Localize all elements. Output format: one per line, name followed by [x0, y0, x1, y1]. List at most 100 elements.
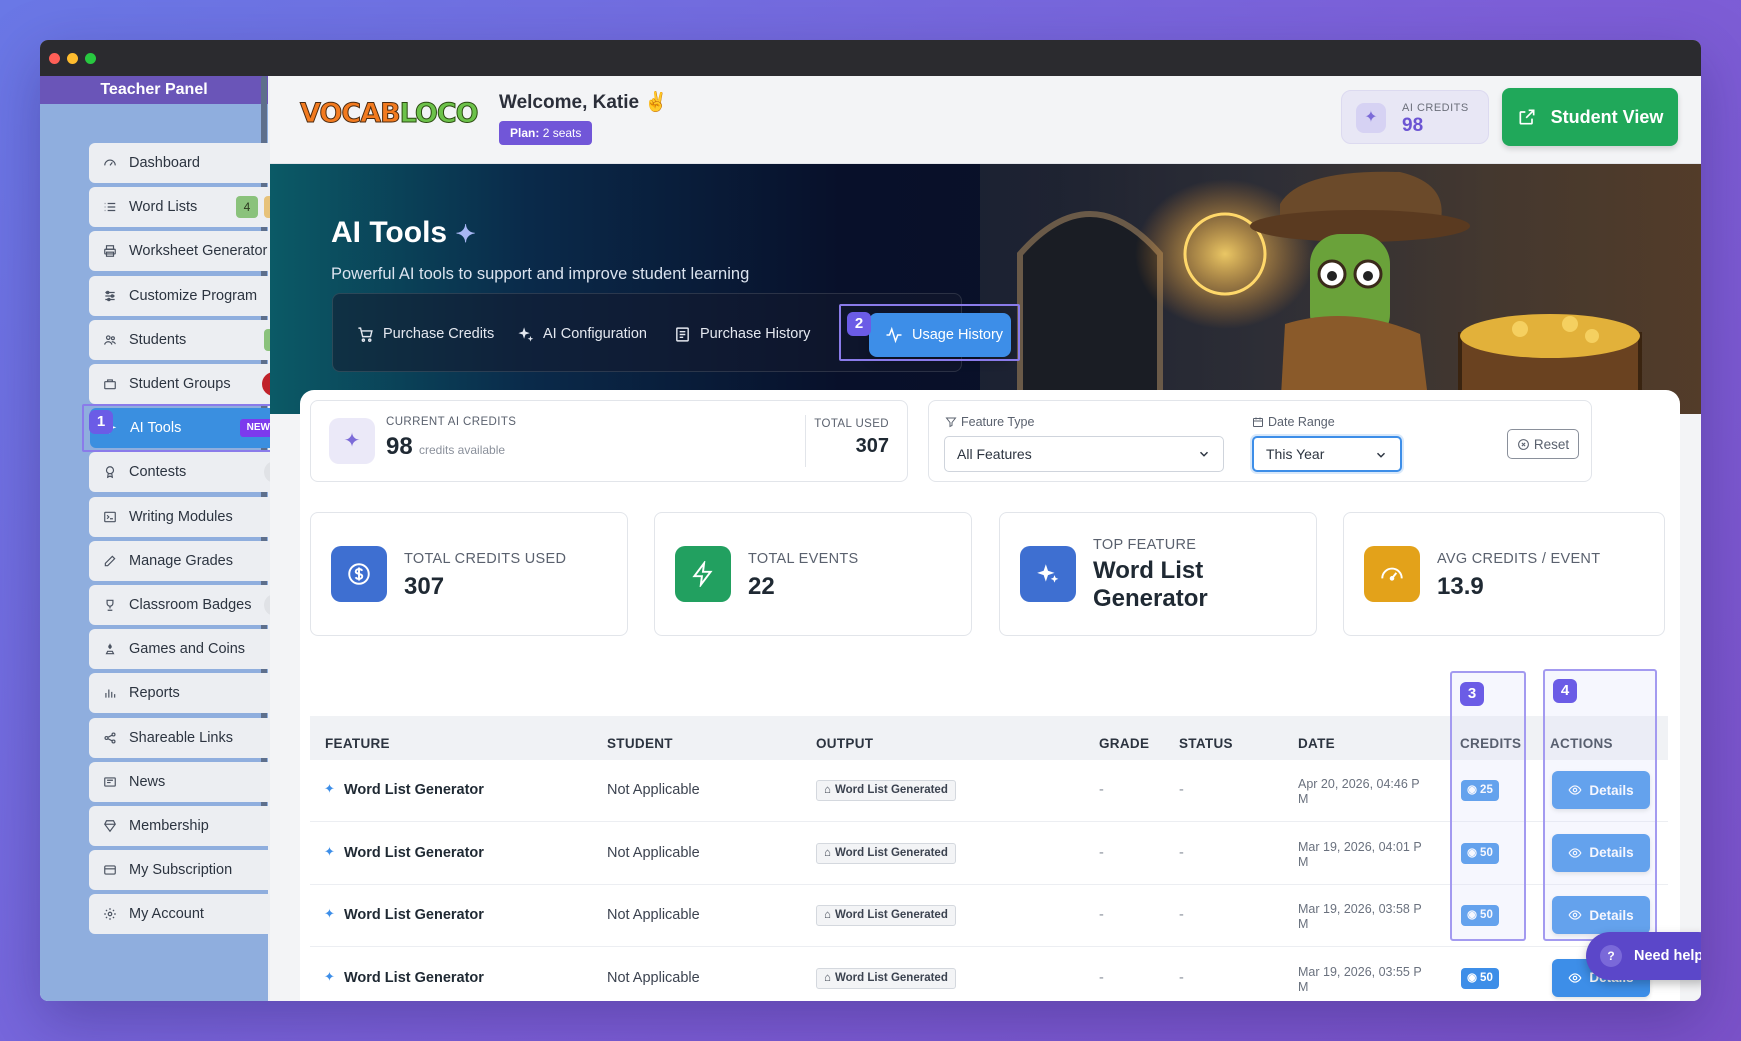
feature-cell: Word List Generator [344, 844, 484, 861]
sidebar-item-label: Students [129, 331, 187, 348]
news-icon [103, 775, 117, 789]
dashboard-icon [103, 156, 117, 170]
sidebar-item-label: Games and Coins [129, 641, 246, 658]
tag-icon: ⌂ [824, 784, 831, 796]
status-cell: - [1179, 782, 1184, 798]
sparkle-icon: ✦ [324, 781, 335, 796]
grade-cell: - [1099, 844, 1104, 861]
question-icon: ? [1600, 945, 1622, 967]
my-subscription-icon [103, 863, 117, 877]
annotation-4: 4 [1553, 679, 1577, 703]
need-help-button[interactable]: ? Need help? [1586, 932, 1701, 980]
sidebar-item-worksheet-generator[interactable]: Worksheet Generator [89, 231, 292, 272]
sidebar-item-label: Writing Modules [129, 508, 233, 525]
feature-cell: Word List Generator [344, 782, 484, 798]
student-cell: Not Applicable [607, 969, 700, 986]
shareable-links-icon [103, 731, 117, 745]
sidebar-item-label: My Account [129, 906, 204, 923]
sidebar-item-label: Manage Grades [129, 552, 233, 569]
reports-icon [103, 686, 117, 700]
sidebar-item-my-account[interactable]: My Account [89, 894, 292, 935]
sidebar-item-contests[interactable]: Contests0 [89, 452, 292, 493]
games-and-coins-icon [103, 642, 117, 656]
feature-cell: Word List Generator [344, 907, 484, 923]
sidebar-item-membership[interactable]: Membership [89, 806, 292, 846]
grade-cell: - [1099, 969, 1104, 986]
sidebar-item-label: Word Lists [129, 199, 198, 216]
manage-grades-icon [103, 554, 117, 568]
sidebar-item-word-lists[interactable]: Word Lists46 [89, 187, 292, 228]
membership-icon [103, 819, 117, 833]
grade-cell: - [1099, 782, 1104, 798]
output-badge: ⌂ Word List Generated [816, 842, 956, 864]
annotation-1: 1 [89, 410, 113, 435]
tag-icon: ⌂ [824, 909, 831, 921]
student-groups-icon [103, 377, 117, 391]
coin-icon: ◉ [1467, 971, 1478, 984]
close-window-button[interactable] [49, 53, 60, 64]
minimize-window-button[interactable] [67, 53, 78, 64]
student-cell: Not Applicable [607, 782, 700, 798]
output-badge: ⌂ Word List Generated [816, 780, 956, 801]
sidebar-item-students[interactable]: Students2 [89, 319, 292, 360]
credits-badge: ◉ 50 [1461, 967, 1499, 989]
student-cell: Not Applicable [607, 907, 700, 923]
date-cell: Mar 19, 2026, 03:58 P M [1298, 902, 1422, 931]
credits-column-highlight [1450, 671, 1526, 941]
sidebar-title: Teacher Panel [40, 76, 268, 104]
maximize-window-button[interactable] [85, 53, 96, 64]
tag-icon: ⌂ [824, 846, 831, 859]
sparkle-icon: ✦ [324, 968, 335, 984]
actions-column-highlight [1543, 669, 1657, 941]
output-badge: ⌂ Word List Generated [816, 967, 956, 989]
sidebar-item-manage-grades[interactable]: Manage Grades [89, 540, 292, 581]
sidebar-item-label: Membership [129, 818, 209, 834]
sidebar-item-shareable-links[interactable]: Shareable Links [89, 717, 292, 758]
sidebar-item-writing-modules[interactable]: Writing Modules [89, 496, 292, 537]
customize-program-icon [103, 289, 117, 303]
sidebar-item-my-subscription[interactable]: My Subscription [89, 850, 292, 891]
sidebar-item-label: Student Groups [129, 376, 231, 392]
worksheet-generator-icon [103, 244, 117, 258]
my-account-icon [103, 907, 117, 921]
main-area: VOCABLOCO Welcome, Katie ✌ Plan: 2 seats… [270, 76, 1701, 1001]
sidebar-item-label: Reports [129, 685, 180, 702]
sidebar-item-news[interactable]: News [89, 761, 292, 802]
status-cell: - [1179, 907, 1184, 923]
students-icon [103, 333, 117, 347]
table-row[interactable]: ✦ Word List Generator Not Applicable ⌂ Word … [310, 947, 1668, 1001]
sidebar-item-customize-program[interactable]: Customize Program [89, 275, 292, 316]
output-badge: ⌂ Word List Generated [816, 905, 956, 926]
sidebar-item-classroom-badges[interactable]: Classroom Badges0 [89, 585, 292, 625]
feature-cell: Word List Generator [344, 969, 484, 986]
date-cell: Apr 20, 2026, 04:46 P M [1298, 777, 1420, 806]
sparkle-icon: ✦ [324, 906, 335, 921]
word-lists-icon [103, 200, 117, 214]
sidebar-item-dashboard[interactable]: Dashboard [89, 143, 292, 183]
grade-cell: - [1099, 907, 1104, 923]
contests-icon [103, 465, 117, 479]
sidebar-item-label: News [129, 773, 166, 790]
count-badge: 4 [236, 196, 258, 219]
sidebar-item-games-and-coins[interactable]: Games and Coins [89, 629, 292, 670]
sidebar-item-label: Classroom Badges [129, 597, 252, 613]
status-cell: - [1179, 969, 1184, 986]
title-bar [40, 40, 1701, 76]
sparkle-icon: ✦ [324, 843, 335, 859]
sidebar-item-label: Worksheet Generator [129, 243, 268, 260]
app-window: Teacher Panel DashboardWord Lists46Works… [40, 40, 1701, 1001]
status-cell: - [1179, 844, 1184, 861]
sidebar-item-label: Dashboard [129, 155, 200, 171]
date-cell: Mar 19, 2026, 04:01 P M [1298, 839, 1422, 869]
sidebar-item-label: My Subscription [129, 862, 233, 879]
sidebar-item-student-groups[interactable]: Student Groups0 [89, 364, 292, 404]
sidebar-item-label: Contests [129, 464, 187, 481]
annotation-3: 3 [1460, 682, 1484, 706]
eye-icon [1568, 972, 1582, 983]
date-cell: Mar 19, 2026, 03:55 P M [1298, 964, 1422, 994]
sidebar-item-reports[interactable]: Reports [89, 673, 292, 714]
tag-icon: ⌂ [824, 971, 831, 984]
writing-modules-icon [103, 510, 117, 524]
classroom-badges-icon [103, 598, 117, 612]
sidebar-item-label: Customize Program [129, 287, 258, 304]
